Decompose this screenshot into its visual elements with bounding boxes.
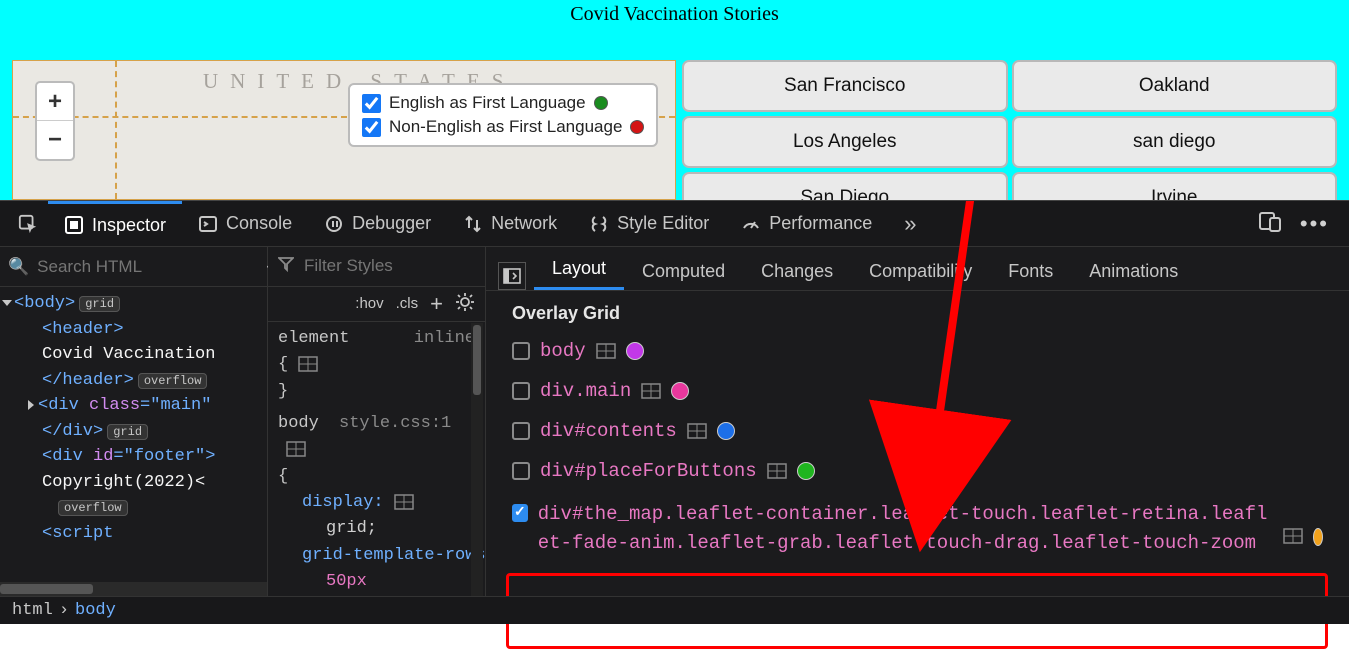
- breadcrumb-item[interactable]: html: [12, 601, 53, 620]
- legend-checkbox-nonenglish[interactable]: [362, 118, 381, 137]
- cls-toggle[interactable]: .cls: [396, 295, 419, 312]
- dom-h-scrollbar[interactable]: [0, 582, 267, 596]
- subtab-compatibility[interactable]: Compatibility: [851, 251, 990, 290]
- grid-chip-icon[interactable]: [641, 383, 661, 399]
- subtab-layout[interactable]: Layout: [534, 248, 624, 290]
- zoom-out-button[interactable]: −: [37, 121, 73, 159]
- tab-performance[interactable]: Performance: [725, 201, 888, 246]
- layout-panel: Layout Computed Changes Compatibility Fo…: [486, 247, 1349, 596]
- search-html-input[interactable]: [37, 257, 258, 277]
- filter-icon: [278, 256, 294, 277]
- overlay-grid-heading: Overlay Grid: [512, 303, 1323, 324]
- page-content: UNITED STATES + − English as First Langu…: [0, 60, 1349, 200]
- dom-toolbar: 🔍 +: [0, 247, 267, 287]
- grid-overlay-checkbox[interactable]: [512, 462, 530, 480]
- color-swatch[interactable]: [1313, 528, 1323, 546]
- map-container[interactable]: UNITED STATES + − English as First Langu…: [12, 60, 676, 200]
- breadcrumb-item[interactable]: body: [75, 601, 116, 620]
- tab-network[interactable]: Network: [447, 201, 573, 246]
- tab-inspector[interactable]: Inspector: [48, 201, 182, 246]
- light-dark-icon[interactable]: [455, 292, 475, 316]
- dom-panel: 🔍 + <body>grid <header> Covid Vaccinatio…: [0, 247, 268, 596]
- tab-label: Network: [491, 213, 557, 234]
- tab-label: Inspector: [92, 215, 166, 236]
- page-header: Covid Vaccination Stories: [0, 0, 1349, 60]
- styles-rules[interactable]: elementinline { } body style.css:1 { dis…: [268, 322, 485, 596]
- city-button[interactable]: Oakland: [1012, 60, 1338, 112]
- subtab-changes[interactable]: Changes: [743, 251, 851, 290]
- grid-overlay-checkbox[interactable]: [512, 382, 530, 400]
- map-legend: English as First Language Non-English as…: [348, 83, 658, 147]
- dot-red-icon: [630, 120, 644, 134]
- overlay-grid-row: body: [512, 340, 1323, 362]
- devtools-tabbar: Inspector Console Debugger Network Style…: [0, 201, 1349, 247]
- tab-label: Debugger: [352, 213, 431, 234]
- zoom-in-button[interactable]: +: [37, 83, 73, 121]
- overlay-grid-row: div#contents: [512, 420, 1323, 442]
- grid-chip-icon[interactable]: [596, 343, 616, 359]
- grid-overlay-selector[interactable]: body: [540, 340, 586, 362]
- city-button[interactable]: san diego: [1012, 116, 1338, 168]
- grid-overlay-checkbox[interactable]: [512, 504, 528, 522]
- layout-tabbar: Layout Computed Changes Compatibility Fo…: [486, 247, 1349, 291]
- tab-label: Performance: [769, 213, 872, 234]
- city-buttons: San Francisco Oakland Los Angeles san di…: [676, 60, 1337, 200]
- tab-style-editor[interactable]: Style Editor: [573, 201, 725, 246]
- add-rule-button[interactable]: +: [430, 291, 443, 317]
- grid-chip-icon[interactable]: [286, 441, 306, 457]
- search-icon: 🔍: [8, 257, 29, 277]
- city-button[interactable]: Los Angeles: [682, 116, 1008, 168]
- grid-overlay-checkbox[interactable]: [512, 422, 530, 440]
- sidebar-toggle-icon[interactable]: [498, 262, 526, 290]
- tabs-overflow-button[interactable]: »: [888, 201, 932, 246]
- breadcrumb[interactable]: html › body: [0, 596, 1349, 624]
- more-menu-icon[interactable]: •••: [1300, 211, 1329, 237]
- subtab-computed[interactable]: Computed: [624, 251, 743, 290]
- pick-element-button[interactable]: [8, 201, 48, 246]
- grid-overlay-selector[interactable]: div#contents: [540, 420, 677, 442]
- color-swatch[interactable]: [671, 382, 689, 400]
- layout-body: Overlay Grid body div.main div#contents: [486, 291, 1349, 589]
- devtools: Inspector Console Debugger Network Style…: [0, 200, 1349, 624]
- legend-checkbox-english[interactable]: [362, 94, 381, 113]
- styles-toolbar: [268, 247, 485, 287]
- styles-subtoolbar: :hov .cls +: [268, 287, 485, 323]
- tab-debugger[interactable]: Debugger: [308, 201, 447, 246]
- tab-label: Style Editor: [617, 213, 709, 234]
- grid-overlay-selector[interactable]: div.main: [540, 380, 631, 402]
- city-button[interactable]: San Francisco: [682, 60, 1008, 112]
- page-title: Covid Vaccination Stories: [0, 0, 1349, 26]
- legend-label: Non-English as First Language: [389, 117, 622, 137]
- responsive-mode-icon[interactable]: [1258, 210, 1282, 237]
- subtab-animations[interactable]: Animations: [1071, 251, 1196, 290]
- grid-overlay-selector[interactable]: div#placeForButtons: [540, 460, 757, 482]
- overlay-grid-row: div#the_map.leaflet-container.leaflet-to…: [512, 500, 1323, 559]
- grid-chip-icon[interactable]: [394, 494, 414, 510]
- styles-panel: :hov .cls + elementinline { } body style…: [268, 247, 486, 596]
- chevron-right-icon: ›: [59, 601, 69, 620]
- grid-chip-icon[interactable]: [687, 423, 707, 439]
- grid-chip-icon[interactable]: [1283, 528, 1303, 544]
- color-swatch[interactable]: [626, 342, 644, 360]
- color-swatch[interactable]: [797, 462, 815, 480]
- overlay-grid-row: div#placeForButtons: [512, 460, 1323, 482]
- grid-overlay-checkbox[interactable]: [512, 342, 530, 360]
- dot-green-icon: [594, 96, 608, 110]
- grid-chip-icon[interactable]: [298, 356, 318, 372]
- dom-tree[interactable]: <body>grid <header> Covid Vaccination </…: [0, 287, 267, 582]
- grid-chip-icon[interactable]: [767, 463, 787, 479]
- tab-label: Console: [226, 213, 292, 234]
- styles-v-scrollbar[interactable]: [471, 323, 483, 596]
- legend-label: English as First Language: [389, 93, 586, 113]
- subtab-fonts[interactable]: Fonts: [990, 251, 1071, 290]
- legend-item: English as First Language: [362, 91, 644, 115]
- legend-item: Non-English as First Language: [362, 115, 644, 139]
- hov-toggle[interactable]: :hov: [355, 295, 383, 312]
- color-swatch[interactable]: [717, 422, 735, 440]
- filter-styles-input[interactable]: [304, 256, 424, 276]
- overlay-grid-row: div.main: [512, 380, 1323, 402]
- zoom-control: + −: [35, 81, 75, 161]
- grid-overlay-selector[interactable]: div#the_map.leaflet-container.leaflet-to…: [538, 500, 1273, 559]
- tab-console[interactable]: Console: [182, 201, 308, 246]
